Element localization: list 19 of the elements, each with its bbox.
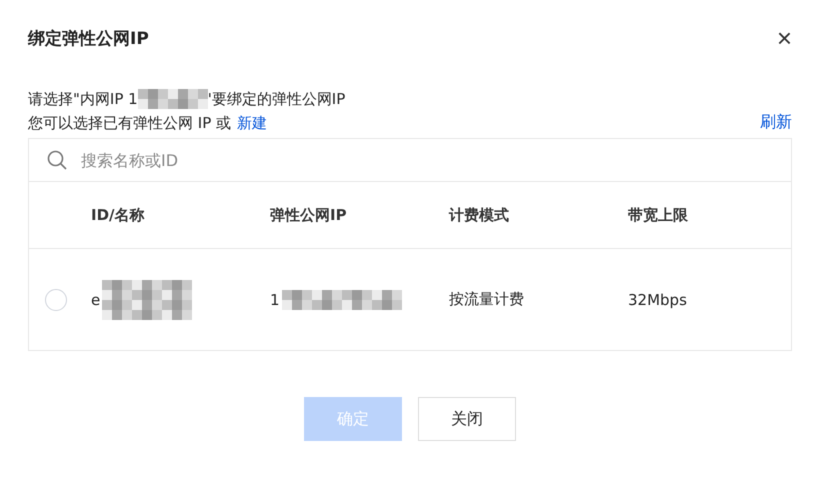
dialog-title: 绑定弹性公网IP	[28, 28, 149, 50]
column-header: 带宽上限	[628, 206, 689, 224]
prompt-text: '要绑定的弹性公网IP	[208, 90, 346, 108]
hint-text: 您可以选择已有弹性公网 IP 或	[28, 114, 232, 132]
refresh-link[interactable]: 刷新	[760, 112, 792, 132]
prompt-text: 请选择"内网IP 1	[28, 90, 138, 108]
table-cell: 32Mbps	[628, 290, 687, 308]
redaction-mosaic	[138, 89, 208, 109]
close-button[interactable]: ×	[776, 25, 792, 51]
table-cell: 1	[270, 290, 280, 308]
column-header: 计费模式	[449, 206, 510, 224]
radio-button[interactable]	[45, 288, 67, 310]
column-header: 弹性公网IP	[270, 206, 348, 224]
create-link[interactable]: 新建	[237, 114, 268, 132]
table-cell: e	[91, 290, 100, 308]
search-icon	[47, 150, 67, 170]
close-button[interactable]: 关闭	[418, 397, 516, 441]
table-cell: 按流量计费	[449, 290, 524, 309]
column-header: ID/名称	[91, 206, 146, 224]
